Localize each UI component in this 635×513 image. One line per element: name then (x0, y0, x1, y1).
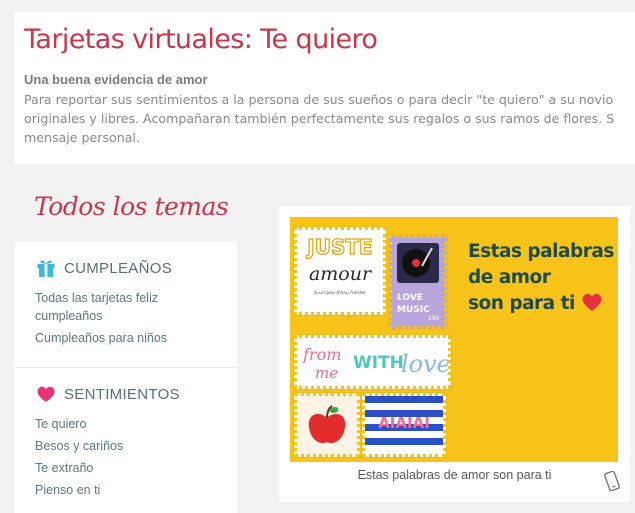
stamp-juste-amour: JUSTE amour & un peu d'eau fraîche (293, 226, 387, 316)
stamp-text: AIAIAI (378, 414, 430, 432)
ecard-headline-line: son para ti (468, 291, 614, 317)
cumpleanos-links: Todas las tarjetas feliz cumpleaños Cump… (14, 289, 237, 347)
stamp-text: LOVE (397, 293, 423, 303)
stamp-text: JUSTE (305, 235, 372, 259)
link-pienso-en-ti[interactable]: Pienso en ti (35, 481, 237, 499)
section-header-sentimientos[interactable]: SENTIMIENTOS (14, 381, 237, 407)
stamp-juste-art: JUSTE amour & un peu d'eau fraîche (305, 234, 374, 296)
intro-paragraph: Para reportar sus sentimientos a la pers… (24, 90, 635, 147)
ecard-headline: Estas palabras de amor son para ti (468, 239, 614, 317)
themes-title: Todos los temas (34, 192, 229, 221)
ecard-tile[interactable]: JUSTE amour & un peu d'eau fraîche LOVE … (279, 206, 630, 502)
stamp-love-music: LOVE MUSIC 295 (388, 234, 448, 330)
stamp-text: me (315, 364, 338, 382)
stamp-text: MUSIC (397, 305, 430, 315)
link-cumpleanos-ninos[interactable]: Cumpleaños para niños (35, 329, 237, 347)
sentimientos-links: Te quiero Besos y cariños Te extraño Pie… (14, 415, 237, 499)
stamp-text: & un peu d'eau fraîche (314, 289, 366, 296)
intro-line: originales y libres. Acompañaran también… (24, 111, 615, 126)
page-header: Tarjetas virtuales: Te quiero Una buena … (14, 12, 635, 164)
stamp-text: from (302, 345, 341, 364)
page-title: Tarjetas virtuales: Te quiero (24, 24, 378, 55)
stamp-text: love (401, 350, 448, 378)
ecard-headline-line: de amor (468, 267, 551, 288)
stamp-text: amour (309, 263, 373, 285)
intro-line: Para reportar sus sentimientos a la pers… (24, 92, 614, 107)
stamp-aiaiai: AIAIAI (361, 392, 447, 458)
section-sentimientos: SENTIMIENTOS Te quiero Besos y cariños T… (14, 367, 237, 503)
link-todas-las-tarjetas[interactable]: Todas las tarjetas feliz cumpleaños (35, 289, 185, 325)
link-te-quiero[interactable]: Te quiero (35, 415, 237, 433)
stamp-from-me-with-love: from me WITH love (293, 334, 452, 390)
phone-icon (604, 470, 620, 492)
stamp-with-love-art: from me WITH love (302, 345, 451, 382)
themes-sidebar: CUMPLEAÑOS Todas las tarjetas feliz cump… (14, 241, 237, 513)
intro-line: mensaje personal. (24, 130, 140, 145)
section-label: CUMPLEAÑOS (64, 259, 173, 277)
section-cumpleanos: CUMPLEAÑOS Todas las tarjetas feliz cump… (14, 255, 237, 351)
stamp-text: WITH (353, 353, 404, 373)
apple-icon (308, 405, 346, 444)
ecard-image[interactable]: JUSTE amour & un peu d'eau fraîche LOVE … (290, 217, 618, 462)
stamp-apple (293, 392, 361, 458)
heart-icon (37, 386, 55, 402)
heart-icon (582, 293, 602, 311)
record-player-icon: LOVE MUSIC 295 (397, 243, 440, 322)
link-besos-y-carinos[interactable]: Besos y cariños (35, 437, 237, 455)
link-te-extrano[interactable]: Te extraño (35, 459, 237, 477)
ecard-headline-line: Estas palabras (468, 241, 614, 262)
ecard-headline-text: son para ti (468, 293, 575, 314)
stamp-text: 295 (428, 315, 440, 322)
stamp-aiaiai-art: AIAIAI (365, 396, 443, 445)
gift-icon (37, 260, 55, 277)
section-header-cumpleanos[interactable]: CUMPLEAÑOS (14, 255, 237, 281)
section-label: SENTIMIENTOS (64, 385, 180, 403)
page-subtitle: Una buena evidencia de amor (24, 72, 208, 87)
ecard-caption[interactable]: Estas palabras de amor son para ti (279, 468, 630, 482)
